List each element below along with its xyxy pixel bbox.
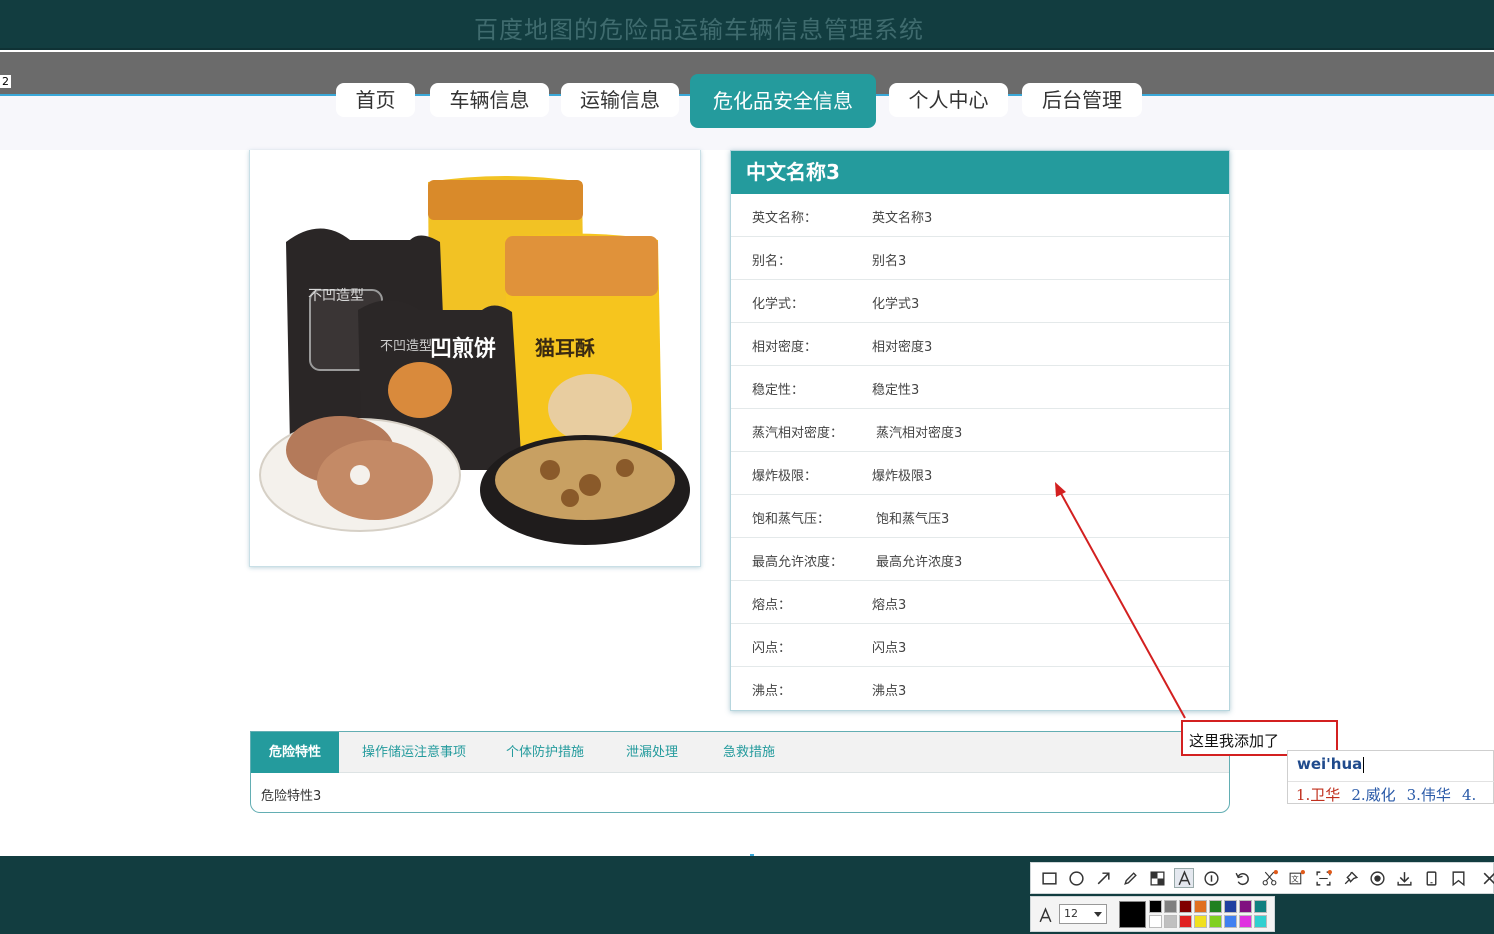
color-swatch[interactable]	[1164, 915, 1177, 928]
arrow-icon[interactable]	[1093, 868, 1113, 888]
ime-composition: wei'hua	[1297, 755, 1365, 773]
close-icon[interactable]	[1479, 868, 1494, 888]
font-size-value: 12	[1064, 907, 1078, 920]
ime-candidate[interactable]: 3.伟华	[1407, 786, 1451, 804]
color-swatch[interactable]	[1224, 900, 1237, 913]
ime-candidate[interactable]: 1.卫华	[1296, 786, 1340, 804]
color-swatch[interactable]	[1149, 915, 1162, 928]
number-icon[interactable]	[1201, 868, 1221, 888]
color-swatch[interactable]	[1209, 900, 1222, 913]
color-swatch[interactable]	[1254, 915, 1267, 928]
pencil-icon[interactable]	[1120, 868, 1140, 888]
color-swatch[interactable]	[1164, 900, 1177, 913]
text-icon[interactable]	[1174, 868, 1194, 888]
annotation-text: 这里我添加了	[1189, 732, 1280, 750]
phone-icon[interactable]	[1421, 868, 1441, 888]
rectangle-icon[interactable]	[1039, 868, 1059, 888]
screenshot-toolbar: 文	[1030, 862, 1494, 894]
scan-icon[interactable]	[1313, 868, 1333, 888]
bookmark-icon[interactable]	[1448, 868, 1468, 888]
text-caret	[1363, 756, 1365, 773]
font-size-select[interactable]: 12	[1059, 904, 1107, 924]
color-swatch[interactable]	[1179, 915, 1192, 928]
color-swatch[interactable]	[1239, 915, 1252, 928]
color-swatch[interactable]	[1149, 900, 1162, 913]
mosaic-icon[interactable]	[1147, 868, 1167, 888]
svg-text:文: 文	[1291, 873, 1299, 883]
color-swatch[interactable]	[1239, 900, 1252, 913]
color-swatch[interactable]	[1194, 900, 1207, 913]
color-swatch[interactable]	[1194, 915, 1207, 928]
download-icon[interactable]	[1394, 868, 1414, 888]
undo-icon[interactable]	[1232, 868, 1252, 888]
color-swatch[interactable]	[1209, 915, 1222, 928]
ellipse-icon[interactable]	[1066, 868, 1086, 888]
text-style-toolbar: 12	[1030, 896, 1275, 932]
pin-icon[interactable]	[1340, 868, 1360, 888]
ime-composition-text: wei'hua	[1297, 755, 1363, 773]
current-color-swatch[interactable]	[1119, 901, 1146, 928]
ime-candidates: 1.卫华 2.威化 3.伟华 4.	[1288, 781, 1494, 805]
ime-candidate[interactable]: 4.	[1462, 786, 1476, 804]
ime-candidate-window: wei'hua 1.卫华 2.威化 3.伟华 4.	[1287, 750, 1494, 804]
chevron-down-icon	[1094, 912, 1102, 917]
color-swatch[interactable]	[1254, 900, 1267, 913]
ocr-icon[interactable]: 文	[1286, 868, 1306, 888]
color-swatch[interactable]	[1224, 915, 1237, 928]
color-palette	[1149, 900, 1274, 930]
ime-candidate[interactable]: 2.威化	[1351, 786, 1395, 804]
font-icon	[1035, 905, 1055, 925]
annotation-arrow-icon	[1055, 482, 1186, 719]
record-icon[interactable]	[1367, 868, 1387, 888]
color-swatch[interactable]	[1179, 900, 1192, 913]
crop-icon[interactable]	[1259, 868, 1279, 888]
